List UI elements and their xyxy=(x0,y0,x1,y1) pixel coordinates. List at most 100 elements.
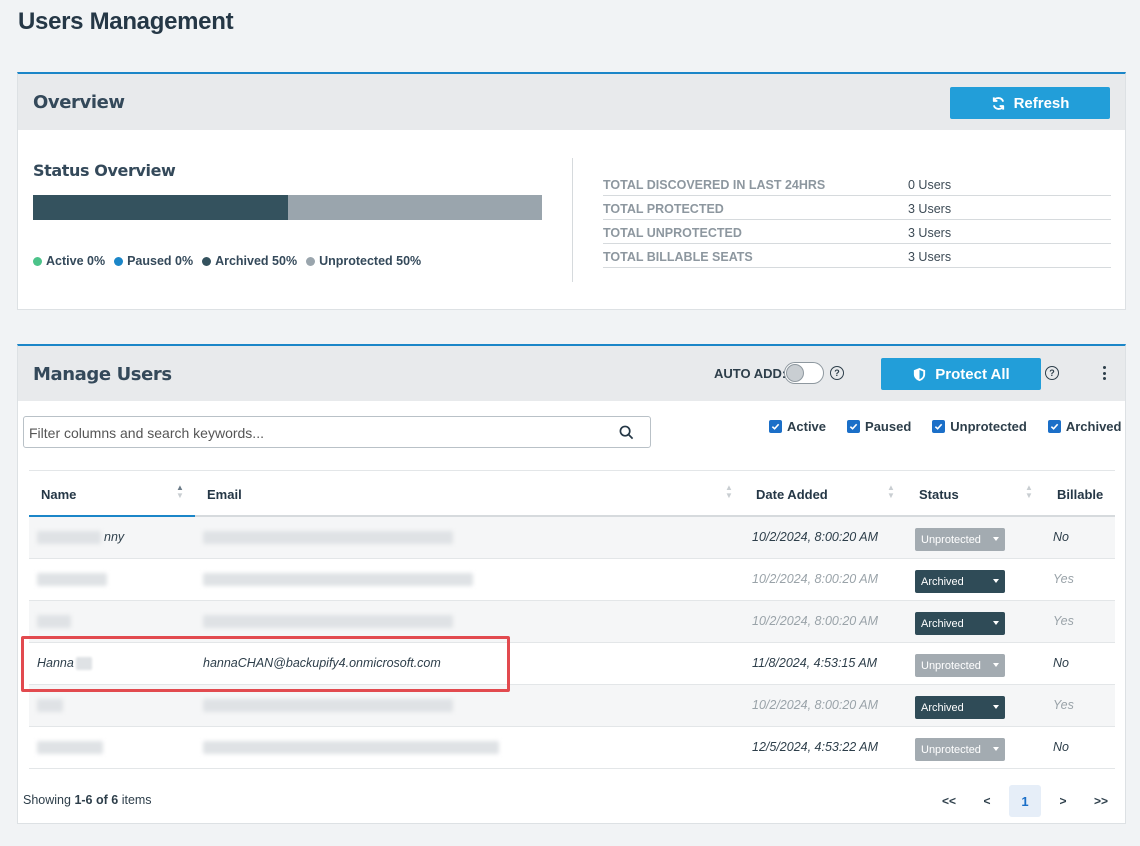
highlight-box xyxy=(21,636,510,692)
cell-date-added: 10/2/2024, 8:00:20 AM xyxy=(752,572,879,586)
legend-dot-icon xyxy=(114,256,124,266)
refresh-button[interactable]: Refresh xyxy=(950,87,1110,119)
stat-row: TOTAL DISCOVERED IN LAST 24HRS 0 Users xyxy=(603,172,1111,196)
legend-dot-icon xyxy=(202,256,212,266)
table-row[interactable]: 12/5/2024, 4:53:22 AM Unprotected No xyxy=(29,727,1115,769)
next-page-button[interactable]: > xyxy=(1044,785,1082,817)
cell-billable: Yes xyxy=(1053,572,1074,586)
legend-label: Unprotected 50% xyxy=(319,254,422,268)
shield-icon xyxy=(914,367,926,381)
cell-date-added: 10/2/2024, 8:00:20 AM xyxy=(752,614,879,628)
redacted-name xyxy=(37,699,63,713)
stat-value: 3 Users xyxy=(908,202,952,216)
status-dropdown[interactable]: Archived xyxy=(915,612,1005,635)
filter-label: Archived xyxy=(1065,419,1122,434)
checkbox-checked-icon[interactable] xyxy=(1047,420,1061,433)
sort-name-icon[interactable]: ▲ ▼ xyxy=(176,484,184,500)
chevron-down-icon xyxy=(993,579,999,583)
table-row[interactable]: nny 10/2/2024, 8:00:20 AM Unprotected No xyxy=(29,517,1115,559)
manage-users-title: Manage Users xyxy=(33,364,172,385)
search-icon[interactable] xyxy=(619,425,634,440)
column-header-email[interactable]: Email xyxy=(207,487,242,502)
table-row[interactable]: 10/2/2024, 8:00:20 AM Archived Yes xyxy=(29,559,1115,601)
column-header-date-added[interactable]: Date Added xyxy=(756,487,828,502)
refresh-label: Refresh xyxy=(1013,94,1070,112)
overview-header: Overview Refresh xyxy=(18,74,1125,130)
legend-item: Unprotected 50% xyxy=(306,254,421,268)
filter-label: Unprotected xyxy=(950,419,1027,434)
filter-active[interactable]: Active xyxy=(769,419,826,434)
status-bar-archived xyxy=(33,195,288,220)
checkbox-checked-icon[interactable] xyxy=(932,420,946,433)
auto-add-help-icon[interactable]: ? xyxy=(830,366,844,380)
stat-value: 3 Users xyxy=(908,226,952,240)
more-options-icon[interactable] xyxy=(1101,366,1107,380)
manage-users-header: Manage Users AUTO ADD: ? Protect All ? xyxy=(18,346,1125,401)
status-label: Unprotected xyxy=(921,659,981,672)
showing-count: Showing 1-6 of 6 items xyxy=(23,793,152,807)
checkbox-checked-icon[interactable] xyxy=(847,420,861,433)
cell-email xyxy=(203,614,453,629)
last-page-button[interactable]: >> xyxy=(1082,785,1120,817)
stat-label: TOTAL BILLABLE SEATS xyxy=(603,250,753,264)
cell-name xyxy=(37,572,110,587)
sort-status-icon[interactable]: ▲ ▼ xyxy=(1025,484,1033,500)
protect-all-label: Protect All xyxy=(935,365,1010,383)
status-filters: Active Paused Unprotected Archived xyxy=(769,419,1121,434)
status-dropdown[interactable]: Unprotected xyxy=(915,654,1005,677)
filter-paused[interactable]: Paused xyxy=(847,419,911,434)
stat-row: TOTAL UNPROTECTED 3 Users xyxy=(603,220,1111,244)
divider xyxy=(572,158,573,282)
status-dropdown[interactable]: Unprotected xyxy=(915,738,1005,761)
stats-list: TOTAL DISCOVERED IN LAST 24HRS 0 Users TOT… xyxy=(603,172,1111,268)
user-name: nny xyxy=(104,530,125,544)
legend-item: Paused 0% xyxy=(114,254,193,268)
status-label: Archived xyxy=(921,617,964,630)
refresh-icon xyxy=(992,96,1004,110)
stat-label: TOTAL DISCOVERED IN LAST 24HRS xyxy=(603,178,826,192)
first-page-button[interactable]: << xyxy=(930,785,968,817)
status-dropdown[interactable]: Archived xyxy=(915,696,1005,719)
cell-name: nny xyxy=(37,530,125,545)
redacted-email xyxy=(203,531,453,545)
legend-dot-icon xyxy=(33,256,42,266)
page-1-button[interactable]: 1 xyxy=(1009,785,1041,817)
status-legend: Active 0% Paused 0% Archived 50% Unprotecte… xyxy=(33,254,421,268)
cell-name xyxy=(37,614,74,629)
search-input[interactable] xyxy=(27,417,611,449)
cell-billable: No xyxy=(1053,530,1069,544)
status-label: Archived xyxy=(921,575,964,588)
auto-add-toggle[interactable] xyxy=(784,362,824,384)
protect-all-button[interactable]: Protect All xyxy=(881,358,1041,390)
status-label: Unprotected xyxy=(921,743,981,756)
protect-all-help-icon[interactable]: ? xyxy=(1045,366,1059,380)
filter-unprotected[interactable]: Unprotected xyxy=(932,419,1027,434)
status-overview-title: Status Overview xyxy=(33,161,176,180)
prev-page-button[interactable]: < xyxy=(968,785,1006,817)
redacted-name xyxy=(37,531,101,545)
checkbox-checked-icon[interactable] xyxy=(769,420,782,433)
cell-date-added: 11/8/2024, 4:53:15 AM xyxy=(752,656,878,670)
cell-date-added: 10/2/2024, 8:00:20 AM xyxy=(752,698,879,712)
legend-label: Active 0% xyxy=(46,254,106,268)
legend-dot-icon xyxy=(306,256,316,266)
stat-row: TOTAL PROTECTED 3 Users xyxy=(603,196,1111,220)
stat-label: TOTAL UNPROTECTED xyxy=(603,226,742,240)
redacted-email xyxy=(203,741,499,755)
filter-archived[interactable]: Archived xyxy=(1047,419,1122,434)
sort-date-icon[interactable]: ▲ ▼ xyxy=(887,484,895,500)
column-header-status[interactable]: Status xyxy=(919,487,959,502)
table-header: Name ▲ ▼ Email ▲ ▼ Date Added ▲ ▼ Status ▲ ▼… xyxy=(29,470,1115,517)
status-dropdown[interactable]: Unprotected xyxy=(915,528,1005,551)
chevron-down-icon xyxy=(993,663,999,667)
chevron-down-icon xyxy=(993,747,999,751)
column-header-billable[interactable]: Billable xyxy=(1057,487,1103,502)
stat-value: 0 Users xyxy=(908,178,952,192)
filter-label: Active xyxy=(787,419,827,434)
column-header-name[interactable]: Name xyxy=(41,487,76,502)
search-box[interactable] xyxy=(23,416,651,449)
chevron-down-icon xyxy=(993,621,999,625)
cell-billable: No xyxy=(1053,740,1069,754)
status-dropdown[interactable]: Archived xyxy=(915,570,1005,593)
sort-email-icon[interactable]: ▲ ▼ xyxy=(725,484,733,500)
